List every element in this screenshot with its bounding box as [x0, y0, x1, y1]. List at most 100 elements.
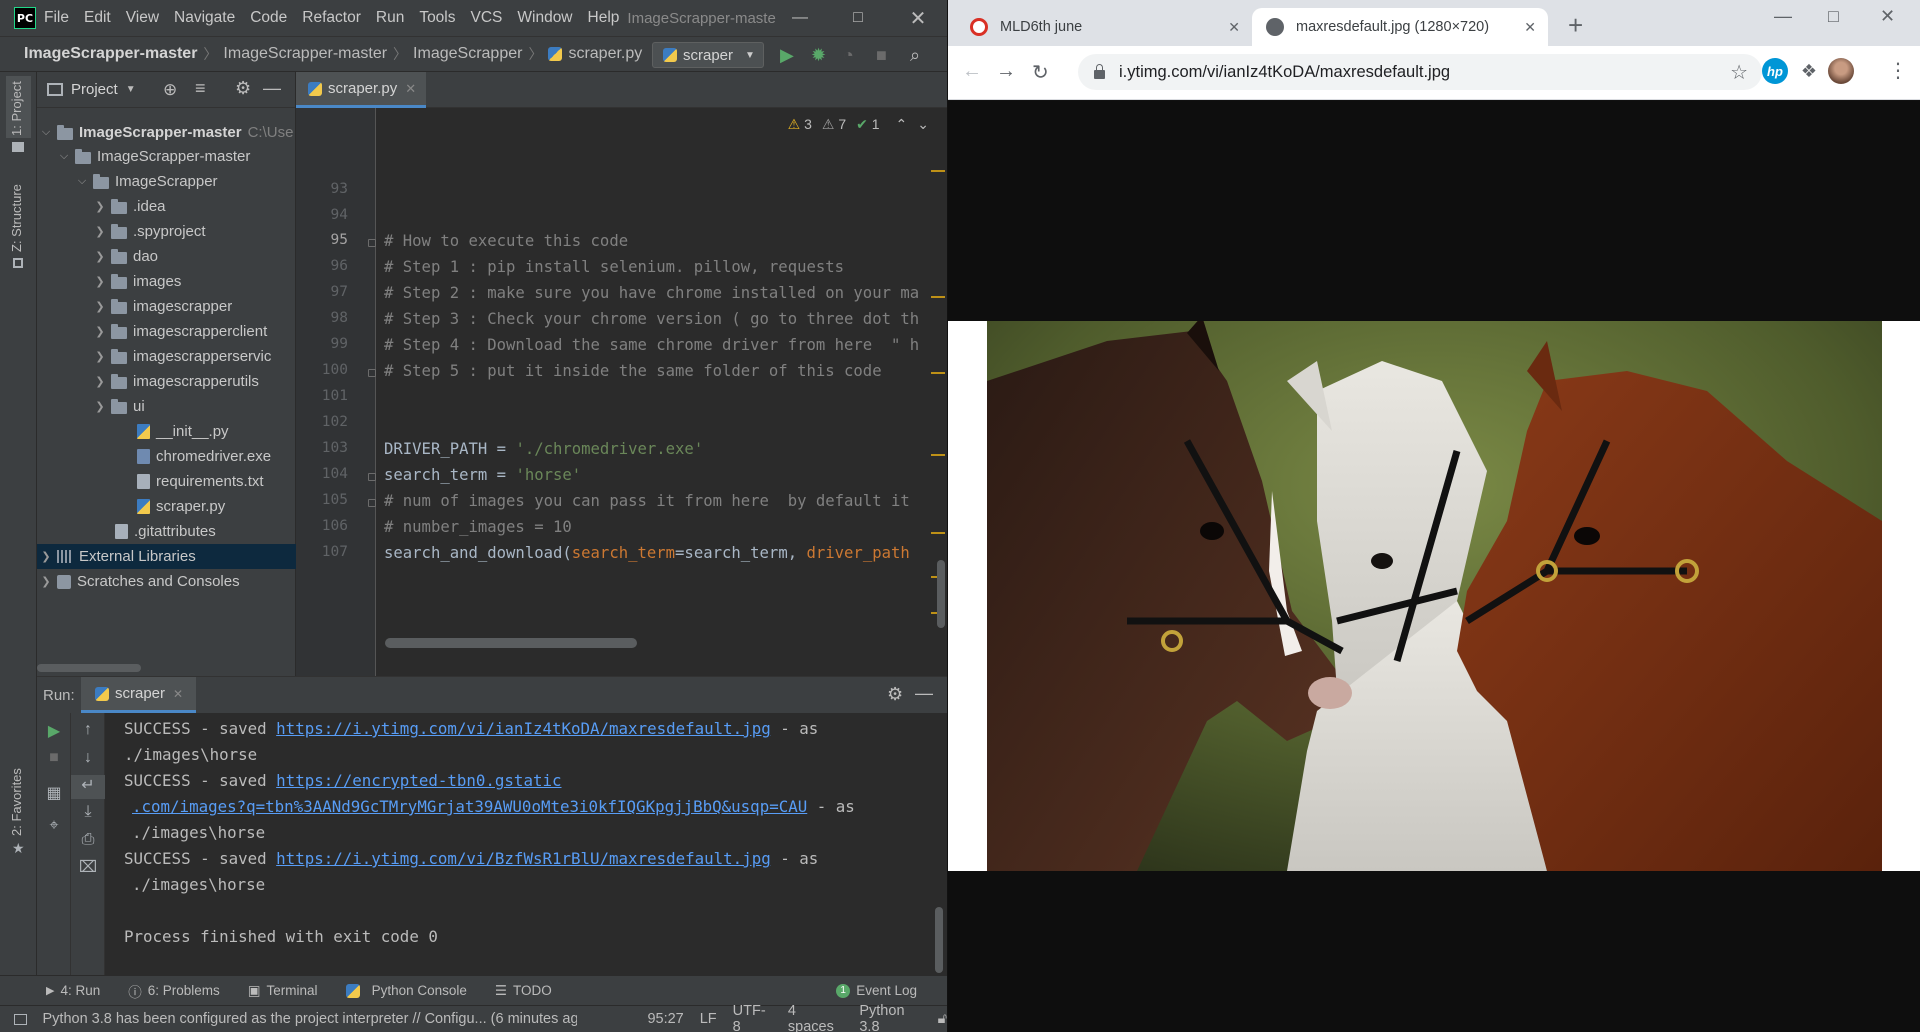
trash-icon[interactable]: ⌧ — [71, 857, 105, 877]
menu-help[interactable]: Help — [588, 9, 620, 27]
hide-icon[interactable]: — — [263, 78, 281, 99]
tree-node-client[interactable]: ❯ imagescrapperclient — [37, 319, 296, 344]
breadcrumb-project[interactable]: ImageScrapper-master — [24, 45, 197, 63]
interpreter[interactable]: Python 3.8 — [859, 1003, 925, 1032]
error-stripe-mark[interactable] — [931, 170, 945, 172]
extensions-puzzle-icon[interactable]: ❖ — [1796, 58, 1822, 84]
menu-tools[interactable]: Tools — [419, 9, 455, 27]
chevron-down-icon[interactable]: ⌄ — [917, 116, 929, 133]
arrow-up-icon[interactable]: ↑ — [71, 721, 105, 739]
horizontal-scrollbar[interactable] — [385, 638, 637, 648]
collapse-all-icon[interactable]: ≡ — [195, 78, 206, 99]
error-stripe-mark[interactable] — [931, 454, 945, 456]
arrow-down-icon[interactable]: ↓ — [71, 749, 105, 767]
stop-icon[interactable]: ■ — [876, 45, 887, 66]
code-line[interactable]: # Step 4 : Download the same chrome driv… — [384, 336, 919, 354]
tab-scraper-py[interactable]: scraper.py ✕ — [296, 72, 426, 108]
vertical-scrollbar[interactable] — [935, 907, 943, 973]
tree-node-images[interactable]: ❯ images — [37, 269, 296, 294]
code-line[interactable]: # How to execute this code — [384, 232, 628, 250]
fold-marker-icon[interactable] — [368, 473, 376, 481]
minimize-icon[interactable]: — — [1774, 6, 1792, 27]
code-line[interactable]: DRIVER_PATH = './chromedriver.exe' — [384, 440, 703, 458]
inspection-widget[interactable]: ⚠ 3 ⚠ 7 ✔ 1 ⌃ ⌄ — [788, 116, 929, 133]
tree-node-dao[interactable]: ❯ dao — [37, 244, 296, 269]
browser-tab-image[interactable]: maxresdefault.jpg (1280×720) ✕ — [1252, 8, 1548, 46]
console-link[interactable]: https://i.ytimg.com/vi/ianIz4tKoDA/maxre… — [276, 719, 771, 738]
tree-node-init[interactable]: __init__.py — [37, 419, 296, 444]
hp-extension-icon[interactable]: hp — [1762, 58, 1788, 84]
console-link[interactable]: .com/images?q=tbn%3AANd9GcTMryMGrjat39AW… — [132, 797, 807, 816]
line-separator[interactable]: LF — [700, 1011, 717, 1027]
back-icon[interactable]: ← — [962, 60, 982, 83]
menu-navigate[interactable]: Navigate — [174, 9, 235, 27]
tree-node-utils[interactable]: ❯ imagescrapperutils — [37, 369, 296, 394]
code-line[interactable]: # Step 1 : pip install selenium. pillow,… — [384, 258, 844, 276]
tree-node-scratches[interactable]: ❯ Scratches and Consoles — [37, 569, 296, 594]
code-line[interactable]: search_term = 'horse' — [384, 466, 581, 484]
breadcrumb-file[interactable]: scraper.py — [568, 45, 642, 63]
avatar[interactable] — [1828, 58, 1854, 84]
code-line[interactable]: # Step 5 : put it inside the same folder… — [384, 362, 882, 380]
breadcrumb-folder[interactable]: ImageScrapper-master — [223, 45, 387, 63]
tree-node-ui[interactable]: ❯ ui — [37, 394, 296, 419]
project-view-select[interactable]: Project — [71, 81, 118, 98]
minimize-icon[interactable]: — — [771, 0, 829, 36]
tree-node-service[interactable]: ❯ imagescrapperservic — [37, 344, 296, 369]
layout-icon[interactable]: ▦ — [37, 783, 71, 803]
menu-refactor[interactable]: Refactor — [302, 9, 361, 27]
bookmark-star-icon[interactable]: ☆ — [1730, 60, 1748, 85]
reload-icon[interactable]: ↻ — [1032, 60, 1049, 85]
tree-node-gitattributes[interactable]: .gitattributes — [37, 519, 296, 544]
print-icon[interactable]: ⎙ — [71, 831, 105, 849]
error-stripe-mark[interactable] — [931, 532, 945, 534]
console-link[interactable]: https://encrypted-tbn0.gstatic — [276, 771, 561, 790]
tree-node-sub-root[interactable]: ⌵ ImageScrapper-master — [37, 144, 296, 169]
soft-wrap-icon[interactable]: ↵ — [71, 775, 105, 799]
fold-marker-icon[interactable] — [368, 499, 376, 507]
tab-terminal[interactable]: ▣ Terminal — [248, 983, 318, 999]
dropdown-icon[interactable]: ▼ — [126, 84, 136, 95]
tree-node-requirements[interactable]: requirements.txt — [37, 469, 296, 494]
structure-tool-tab[interactable]: Z: Structure — [9, 184, 24, 252]
gear-icon[interactable]: ⚙ — [887, 684, 903, 705]
favorites-tool-tab[interactable]: 2: Favorites — [9, 768, 24, 836]
maximize-icon[interactable]: □ — [1828, 6, 1839, 27]
project-tool-tab[interactable]: 1: Project — [9, 81, 24, 136]
status-message[interactable]: Python 3.8 has been configured as the pr… — [43, 1011, 578, 1027]
more-menu-icon[interactable]: ⋮ — [1888, 58, 1908, 83]
pin-icon[interactable]: ⌖ — [37, 817, 71, 835]
lock-icon[interactable]: 🔓︎ — [938, 1011, 947, 1027]
menu-file[interactable]: File — [44, 9, 69, 27]
gear-icon[interactable]: ⚙ — [235, 78, 251, 99]
locate-icon[interactable]: ⊕ — [163, 80, 177, 100]
new-tab-icon[interactable]: + — [1568, 10, 1583, 41]
menu-window[interactable]: Window — [517, 9, 572, 27]
menu-code[interactable]: Code — [250, 9, 287, 27]
tree-node-external-libraries[interactable]: ❯ External Libraries — [37, 544, 296, 569]
breadcrumb-package[interactable]: ImageScrapper — [413, 45, 522, 63]
tab-python-console[interactable]: Python Console — [345, 983, 467, 998]
coverage-icon[interactable]: ◔ — [843, 45, 854, 66]
code-line[interactable]: # Step 2 : make sure you have chrome ins… — [384, 284, 919, 302]
stop-icon[interactable]: ■ — [37, 749, 71, 767]
horizontal-scrollbar[interactable] — [37, 664, 141, 672]
code-line[interactable]: search_and_download(search_term=search_t… — [384, 544, 910, 562]
tree-node-scraper[interactable]: scraper.py — [37, 494, 296, 519]
fold-marker-icon[interactable] — [368, 239, 376, 247]
tab-problems[interactable]: ⓘ 6: Problems — [128, 981, 220, 1001]
url-text[interactable]: i.ytimg.com/vi/ianIz4tKoDA/maxresdefault… — [1119, 63, 1450, 82]
debug-icon[interactable]: ✹ — [811, 45, 826, 66]
forward-icon[interactable]: → — [996, 60, 1016, 83]
indent-setting[interactable]: 4 spaces — [788, 1003, 843, 1032]
code-line[interactable]: # number_images = 10 — [384, 518, 572, 536]
close-icon[interactable]: ✕ — [173, 687, 183, 701]
caret-position[interactable]: 95:27 — [647, 1011, 683, 1027]
close-icon[interactable]: ✕ — [889, 0, 947, 36]
menu-edit[interactable]: Edit — [84, 9, 111, 27]
tree-node-idea[interactable]: ❯ .idea — [37, 194, 296, 219]
fold-marker-icon[interactable] — [368, 369, 376, 377]
tree-node-imagescrapper[interactable]: ❯ imagescrapper — [37, 294, 296, 319]
close-tab-icon[interactable]: ✕ — [1228, 19, 1240, 36]
horses-photo[interactable] — [987, 321, 1882, 871]
